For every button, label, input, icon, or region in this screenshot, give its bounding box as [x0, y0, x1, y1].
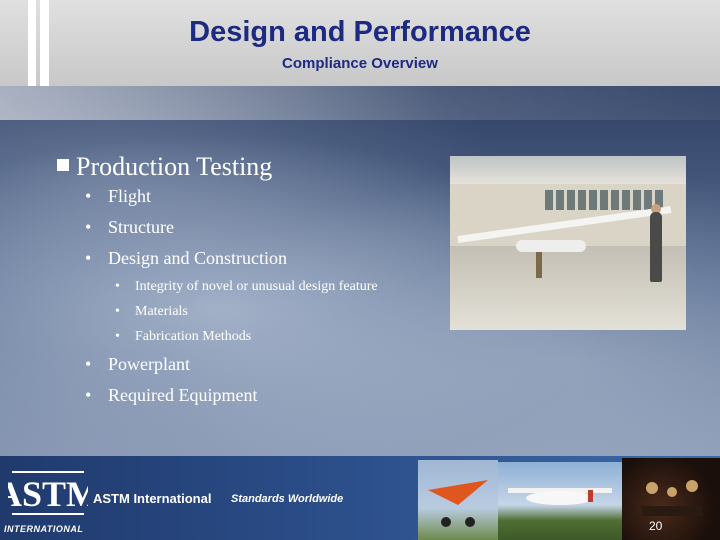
bullet-icon: • [115, 279, 120, 294]
sub-list-item: • Integrity of novel or unusual design f… [57, 279, 477, 304]
list-item-label: Required Equipment [108, 385, 258, 405]
hangar-aircraft-photo [450, 156, 686, 330]
list-item-label: Structure [108, 217, 174, 237]
cockpit-photo [622, 458, 720, 540]
logo-caption: INTERNATIONAL [4, 524, 84, 534]
sub-list-item-label: Materials [135, 304, 188, 319]
sub-list-item-label: Integrity of novel or unusual design fea… [135, 279, 378, 294]
bullet-icon: • [85, 248, 92, 268]
bullet-icon: • [85, 354, 92, 374]
list-item: • Powerplant [57, 354, 477, 385]
trike-photo [418, 460, 498, 540]
photo-ceiling [450, 156, 686, 184]
slide-header: Design and Performance Compliance Overvi… [0, 0, 720, 86]
trike-glyph-icon [428, 480, 488, 527]
bullet-heading: Production Testing [57, 152, 477, 186]
bullet-icon: • [85, 385, 92, 405]
bullet-icon: • [85, 186, 92, 206]
aircraft-glyph-icon [508, 488, 612, 505]
bullet-icon: • [115, 304, 120, 319]
heading-text: Production Testing [76, 152, 273, 181]
aircraft-gear [536, 252, 542, 278]
logo-letters: ASTM [8, 474, 88, 514]
brand-name: ASTM International [93, 491, 212, 506]
bullet-icon: • [85, 217, 92, 237]
decorative-stripe [0, 86, 720, 120]
page-number: 20 [649, 519, 663, 533]
list-item: • Structure [57, 217, 477, 248]
light-aircraft-photo [498, 462, 622, 540]
sub-list-item-label: Fabrication Methods [135, 329, 252, 344]
slide-subtitle: Compliance Overview [282, 55, 438, 72]
person-figure [650, 212, 662, 282]
list-item: • Required Equipment [57, 385, 477, 416]
square-bullet-icon [57, 159, 69, 171]
brand-tagline: Standards Worldwide [231, 493, 344, 505]
list-item-label: Flight [108, 186, 152, 206]
sub-list-item: • Materials [57, 304, 477, 329]
list-item: • Flight [57, 186, 477, 217]
sub-list-item: • Fabrication Methods [57, 329, 477, 354]
bullet-list: Production Testing • Flight • Structure … [57, 152, 477, 416]
bullet-icon: • [115, 329, 120, 344]
photo-windows [545, 190, 665, 210]
list-item-label: Design and Construction [108, 248, 287, 268]
list-item: • Design and Construction [57, 248, 477, 279]
cockpit-glyph-icon [642, 480, 702, 516]
aircraft-fuselage [516, 240, 586, 252]
list-item-label: Powerplant [108, 354, 190, 374]
slide-title: Design and Performance [189, 16, 531, 48]
